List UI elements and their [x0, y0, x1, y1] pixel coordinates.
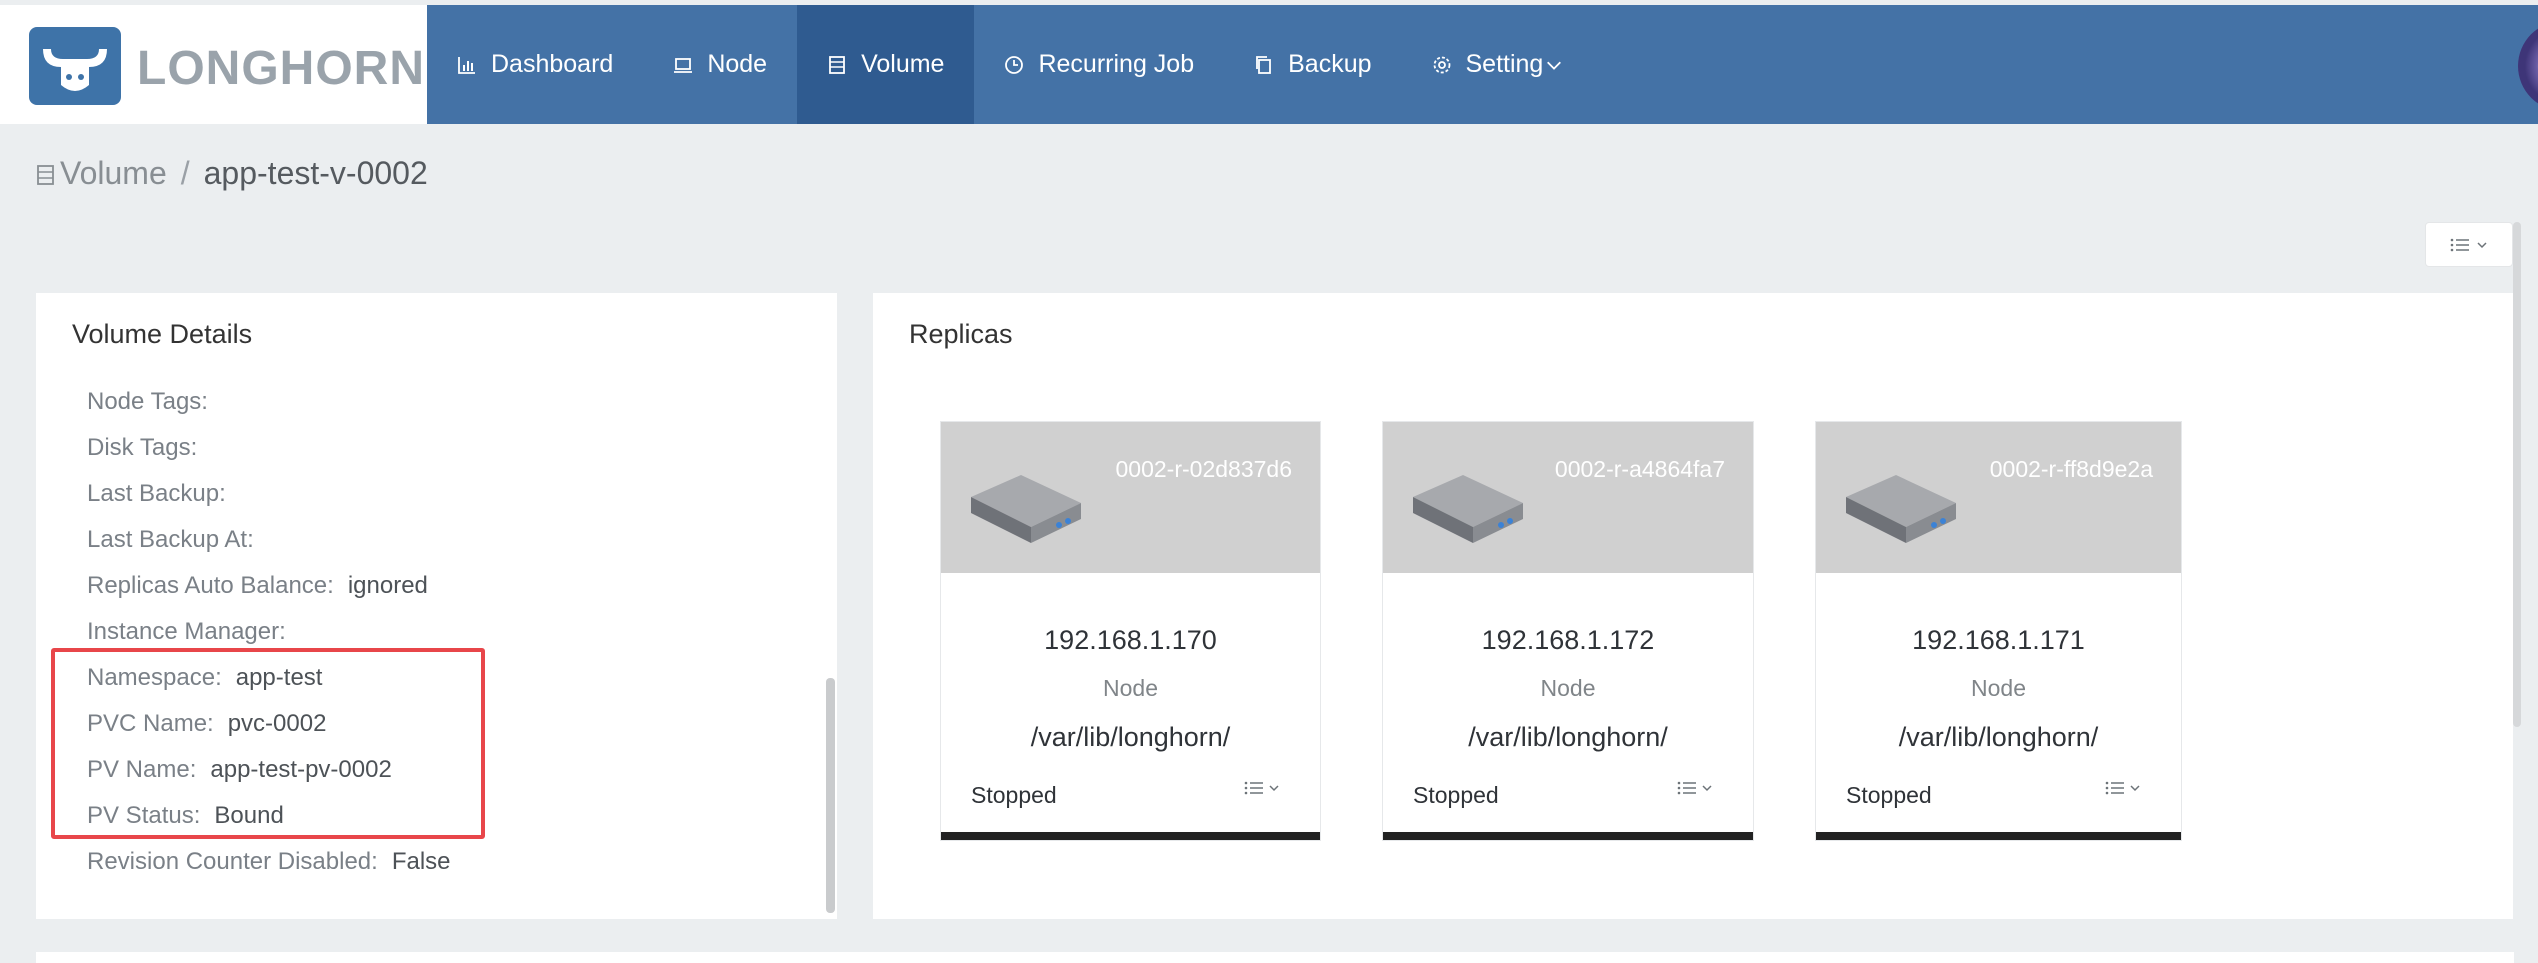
replica-actions-menu[interactable] [1244, 780, 1280, 796]
replica-name: 0002-r-ff8d9e2a [1989, 456, 2153, 482]
chevron-down-icon [1702, 785, 1712, 792]
nav-item-recurring-job[interactable]: Recurring Job [974, 5, 1224, 124]
detail-label: Last Backup At: [87, 526, 254, 553]
top-navbar: LONGHORN Dashboard Node Volume Recurring… [0, 5, 2538, 124]
database-icon [829, 55, 845, 74]
detail-row-revision-counter-disabled: Revision Counter Disabled: False [87, 848, 451, 876]
detail-value: False [391, 848, 451, 875]
chevron-down-icon [1269, 785, 1279, 792]
replica-name: 0002-r-a4864fa7 [1554, 456, 1725, 482]
page-scrollbar[interactable] [2513, 222, 2521, 727]
breadcrumb: Volume / app-test-v-0002 [36, 155, 428, 192]
bar-chart-icon [458, 56, 475, 74]
replica-node-label: Node [1971, 675, 2026, 701]
replica-node-label: Node [1540, 675, 1596, 701]
breadcrumb-root[interactable]: Volume [60, 155, 167, 192]
list-icon [1677, 781, 1696, 795]
replica-actions-menu[interactable] [2105, 780, 2141, 796]
detail-row-replicas-auto-balance: Replicas Auto Balance: ignored [87, 572, 428, 600]
chevron-down-icon [2477, 241, 2487, 248]
nav-label: Volume [861, 50, 945, 78]
detail-label: Disk Tags: [87, 434, 198, 461]
server-icon [971, 475, 1081, 543]
database-icon [37, 164, 54, 185]
replica-actions-menu[interactable] [1677, 780, 1713, 796]
replica-card[interactable]: 0002-r-a4864fa7 192.168.1.172 Node /var/… [1382, 421, 1754, 841]
longhorn-logo-icon [29, 27, 121, 105]
laptop-icon [674, 57, 693, 73]
replica-name: 0002-r-02d837d6 [1115, 456, 1292, 482]
detail-row-disk-tags: Disk Tags: [87, 434, 211, 462]
detail-label: Instance Manager: [87, 618, 286, 645]
replica-card[interactable]: 0002-r-02d837d6 192.168.1.170 Node /var/… [940, 421, 1321, 841]
detail-label: Revision Counter Disabled: [87, 848, 378, 875]
replica-card-header: 0002-r-a4864fa7 [1383, 422, 1753, 573]
volume-actions-menu-button[interactable] [2425, 222, 2513, 267]
avatar[interactable] [2518, 21, 2538, 111]
nav-item-dashboard[interactable]: Dashboard [427, 5, 643, 124]
replica-disk-path: /var/lib/longhorn/ [1898, 722, 2099, 752]
detail-label: Node Tags: [87, 388, 208, 415]
brand-name: LONGHORN [137, 42, 425, 95]
detail-row-last-backup-at: Last Backup At: [87, 526, 268, 554]
nav-label: Node [707, 50, 768, 78]
annotation-highlight-box [51, 648, 485, 839]
nav-label: Setting [1465, 50, 1544, 78]
detail-row-instance-manager: Instance Manager: [87, 618, 300, 646]
replica-node-ip: 192.168.1.170 [1044, 625, 1217, 655]
nav-item-node[interactable]: Node [643, 5, 797, 124]
panel-title: Replicas [909, 319, 1013, 349]
list-icon [1244, 781, 1263, 795]
replica-status-bar [941, 832, 1320, 840]
chevron-down-icon [2130, 785, 2140, 792]
replica-card-header: 0002-r-ff8d9e2a [1816, 422, 2181, 573]
replica-node-ip: 192.168.1.172 [1481, 625, 1655, 655]
chevron-down-icon [1547, 61, 1562, 70]
replica-status: Stopped [1413, 782, 1499, 808]
next-panel-edge [36, 952, 2514, 963]
detail-label: Replicas Auto Balance: [87, 572, 334, 599]
copy-icon [1256, 55, 1272, 74]
list-icon [2450, 238, 2469, 251]
detail-label: Last Backup: [87, 480, 226, 507]
server-icon [1413, 475, 1523, 543]
main-nav: Dashboard Node Volume Recurring Job Back… [427, 5, 1593, 124]
server-icon [1846, 475, 1956, 543]
detail-value: ignored [347, 572, 428, 599]
replica-status-bar [1383, 832, 1753, 840]
details-scrollbar[interactable] [826, 678, 835, 913]
volume-details-panel: Volume Details Node Tags: Disk Tags: Las… [36, 293, 837, 919]
replica-node-label: Node [1103, 675, 1158, 701]
replica-status: Stopped [1846, 782, 1932, 808]
replica-node-ip: 192.168.1.171 [1912, 625, 2085, 655]
nav-item-backup[interactable]: Backup [1224, 5, 1401, 124]
replica-card[interactable]: 0002-r-ff8d9e2a 192.168.1.171 Node /var/… [1815, 421, 2182, 841]
replica-disk-path: /var/lib/longhorn/ [1030, 722, 1231, 752]
nav-label: Backup [1288, 50, 1372, 78]
gear-icon [1433, 56, 1450, 73]
list-icon [2105, 781, 2124, 795]
nav-item-setting[interactable]: Setting [1402, 5, 1594, 124]
nav-label: Recurring Job [1038, 50, 1195, 78]
breadcrumb-current: app-test-v-0002 [203, 155, 428, 191]
replica-status: Stopped [971, 782, 1057, 808]
nav-label: Dashboard [491, 50, 614, 78]
clock-icon [1005, 55, 1024, 74]
replica-disk-path: /var/lib/longhorn/ [1468, 722, 1668, 752]
replica-card-header: 0002-r-02d837d6 [941, 422, 1320, 573]
replicas-panel: Replicas 0002-r-02d837d6 192.168.1.170 N… [873, 293, 2513, 919]
logo[interactable]: LONGHORN [0, 5, 427, 124]
replica-status-bar [1816, 832, 2181, 840]
breadcrumb-separator: / [180, 155, 190, 191]
detail-row-node-tags: Node Tags: [87, 388, 222, 416]
panel-title: Volume Details [72, 319, 253, 349]
nav-item-volume[interactable]: Volume [797, 5, 975, 124]
detail-row-last-backup: Last Backup: [87, 480, 240, 508]
